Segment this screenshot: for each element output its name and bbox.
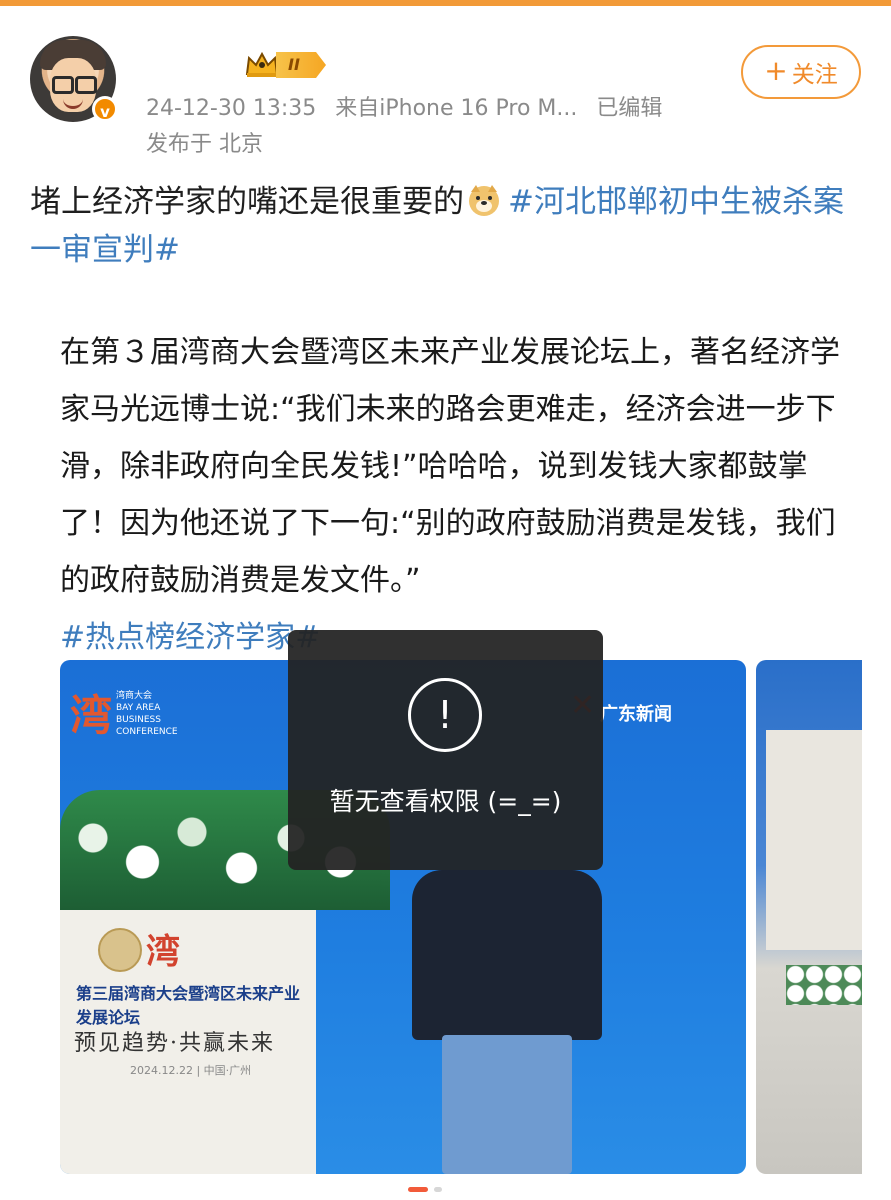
image-hashtag: #热点榜经济学家# [60,620,321,655]
post-body: 堵上经济学家的嘴还是很重要的 [30,184,464,220]
post-location: 发布于 北京 [146,132,263,157]
conference-logo-icon: 湾 [70,691,113,740]
podium-slogan: 预见趋势·共赢未来 [74,1031,275,1056]
permission-toast: ! 暂无查看权限 (=_=) [288,630,603,870]
side-flowers [786,965,862,1005]
pagination-dot-active[interactable] [408,1187,428,1192]
post-text: 堵上经济学家的嘴还是很重要的 #河北邯郸初中生被杀案一审宣判# [30,178,870,274]
plus-icon: + [764,53,788,87]
card-top [0,6,891,26]
image-pagination [408,1187,448,1193]
podium: 湾 第三届湾商大会暨湾区未来产业发展论坛 预见趋势·共赢未来 2024.12.2… [60,910,316,1174]
conference-logo-text: 湾商大会 BAY AREA BUSINESS CONFERENCE [116,691,178,737]
speaker-jacket [412,870,602,1040]
podium-date: 2024.12.22 | 中国·广州 [130,1064,252,1077]
avatar-glasses-right [75,76,97,94]
next-photo-preview[interactable] [756,660,862,1174]
podium-logo-icon: 湾 [146,932,180,972]
toast-message: 暂无查看权限 (=_=) [329,787,562,816]
verified-badge-icon: v [92,96,118,122]
image-text-block: 在第３届湾商大会暨湾区未来产业发展论坛上，著名经济学家马光远博士说:“我们未来的… [60,324,840,666]
follow-label: 关注 [791,62,838,88]
edited-label[interactable]: 已编辑 [596,96,662,121]
level-badge: II [276,52,326,78]
doge-emoji-icon [469,185,499,216]
image-paragraph: 在第３届湾商大会暨湾区未来产业发展论坛上，著名经济学家马光远博士说:“我们未来的… [60,335,840,598]
crown-icon [245,51,279,77]
post-timestamp: 24-12-30 13:35 [146,96,317,121]
podium-title: 第三届湾商大会暨湾区未来产业发展论坛 [76,984,301,1027]
speaker [412,870,602,1174]
exclamation-icon: ! [408,678,482,752]
news-brand: 广东新闻 [600,704,672,725]
post-meta: 24-12-30 13:35 来自iPhone 16 Pro M... 已编辑 [146,90,674,122]
follow-button[interactable]: + 关注 [741,45,861,99]
pagination-dot[interactable] [434,1187,442,1192]
post-source[interactable]: 来自iPhone 16 Pro M... [335,96,577,121]
seal-icon [98,928,142,972]
side-screen [766,730,862,950]
speaker-jeans [442,1035,572,1174]
avatar-glasses-left [52,76,74,94]
